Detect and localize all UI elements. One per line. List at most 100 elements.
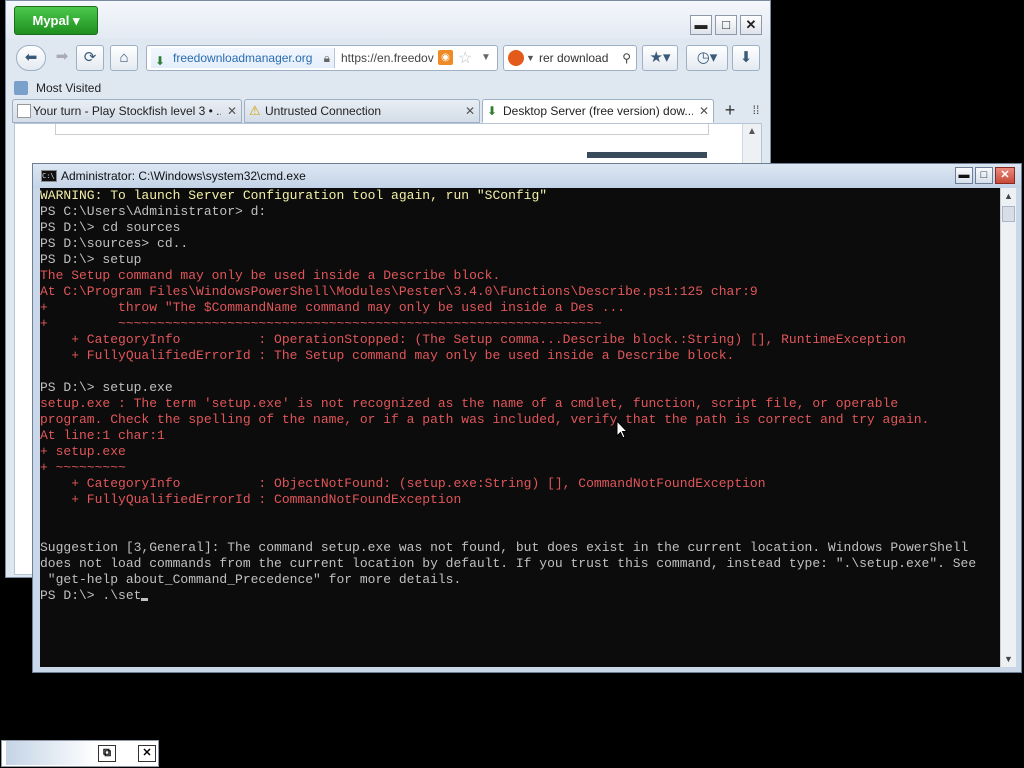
mouse-pointer-icon (616, 420, 628, 439)
bookmarks-icon: ★▾ (649, 49, 671, 66)
text-cursor (141, 598, 149, 601)
console-line: + throw "The $CommandName command may on… (40, 300, 626, 315)
download-site-icon: ⬇ (155, 54, 166, 68)
console-line: PS D:\sources> cd.. (40, 236, 189, 251)
cmd-titlebar[interactable]: C:\ Administrator: C:\Windows\system32\c… (33, 164, 1021, 188)
cmd-window-title: Administrator: C:\Windows\system32\cmd.e… (61, 169, 306, 183)
url-bar[interactable]: ⬇ freedownloadmanager.org 🔒︎ https://en.… (146, 45, 498, 71)
forward-button[interactable]: ➡ (48, 45, 76, 71)
console-line: PS D:\> setup.exe (40, 380, 173, 395)
bookmark-star-icon[interactable]: ☆ (458, 47, 472, 71)
console-line: program. Check the spelling of the name,… (40, 412, 930, 427)
console-line: does not load commands from the current … (40, 556, 977, 571)
reload-button[interactable]: ⟳ (76, 45, 104, 71)
scroll-up-icon[interactable]: ▲ (1001, 188, 1016, 204)
bookmarks-toolbar: Most Visited (6, 77, 770, 99)
minimized-window[interactable]: ⧉ ✕ (1, 740, 159, 767)
console-line: + ~~~~~~~~~~~~~~~~~~~~~~~~~~~~~~~~~~~~~~… (40, 316, 602, 331)
console-prompt[interactable]: PS D:\> .\set (40, 588, 1000, 604)
console-line: The Setup command may only be used insid… (40, 268, 501, 283)
console-line: Suggestion [3,General]: The command setu… (40, 540, 969, 555)
close-button[interactable]: ✕ (740, 15, 762, 35)
back-arrow-icon: ⬅ (24, 49, 38, 66)
console-line: PS D:\> setup (40, 252, 142, 267)
minimized-window-title (6, 741, 96, 765)
console-line: PS D:\> cd sources (40, 220, 181, 235)
history-button[interactable]: ◷▾ (686, 45, 728, 71)
url-text[interactable]: https://en.freedov (341, 46, 437, 70)
console-scrollbar[interactable]: ▲ ▼ (1000, 188, 1016, 667)
console-line: At line:1 char:1 (40, 428, 165, 443)
console-line: + FullyQualifiedErrorId : The Setup comm… (40, 348, 735, 363)
back-button[interactable]: ⬅ (16, 45, 46, 71)
search-bar[interactable]: ▼ rer download ⚲ (503, 45, 637, 71)
console-line: + ~~~~~~~~~ (40, 460, 126, 475)
lock-icon: 🔒︎ (323, 51, 330, 65)
scroll-thumb[interactable] (1002, 206, 1015, 222)
browser-titlebar: Mypal ▾ ▬ □ ✕ (6, 1, 770, 39)
reload-icon: ⟳ (83, 49, 97, 66)
url-dropdown-icon[interactable]: ▼ (481, 46, 491, 70)
most-visited-link[interactable]: Most Visited (36, 77, 101, 99)
console-line: + CategoryInfo : OperationStopped: (The … (40, 332, 906, 347)
tab-label: Untrusted Connection (265, 104, 382, 118)
forward-arrow-icon: ➡ (55, 48, 69, 65)
console-line: "get-help about_Command_Precedence" for … (40, 572, 462, 587)
navigation-toolbar: ⬅ ➡ ⟳ ⌂ ⬇ freedownloadmanager.org 🔒︎ htt… (6, 41, 770, 75)
close-button[interactable]: ✕ (138, 745, 156, 762)
console-line: setup.exe : The term 'setup.exe' is not … (40, 396, 899, 411)
search-icon[interactable]: ⚲ (622, 46, 631, 70)
page-dark-banner (587, 152, 707, 158)
cmd-window: C:\ Administrator: C:\Windows\system32\c… (32, 163, 1022, 673)
page-input-box (55, 124, 709, 135)
console-line: PS C:\Users\Administrator> d: (40, 204, 267, 219)
bookmarks-menu-button[interactable]: ★▾ (642, 45, 678, 71)
downloads-button[interactable]: ⬇ (732, 45, 760, 71)
tab-close-icon[interactable]: ✕ (227, 100, 237, 122)
search-input[interactable]: rer download (539, 46, 619, 70)
rss-icon[interactable]: ◉ (438, 50, 453, 65)
page-icon (17, 104, 31, 118)
tab-label: Desktop Server (free version) dow... (503, 104, 693, 118)
tab-close-icon[interactable]: ✕ (699, 100, 709, 122)
home-button[interactable]: ⌂ (110, 45, 138, 71)
console-output[interactable]: WARNING: To launch Server Configuration … (40, 188, 1000, 667)
cmd-maximize-button[interactable]: □ (975, 167, 993, 184)
engine-dropdown-icon[interactable]: ▼ (526, 46, 535, 70)
site-label: freedownloadmanager.org (173, 51, 313, 65)
tab-strip: Your turn - Play Stockfish level 3 • ...… (6, 99, 770, 123)
console-line: WARNING: To launch Server Configuration … (40, 188, 548, 203)
warning-icon: ⚠ (249, 103, 261, 118)
scroll-down-icon[interactable]: ▼ (1001, 651, 1016, 667)
cmd-close-button[interactable]: ✕ (995, 167, 1015, 184)
tab-desktop-server[interactable]: ⬇ Desktop Server (free version) dow... ✕ (482, 99, 714, 123)
app-menu-label: Mypal (32, 13, 70, 28)
tab-list-icon[interactable]: ⁞⁞ (744, 99, 768, 123)
download-icon: ⬇ (739, 49, 753, 66)
restore-button[interactable]: ⧉ (98, 745, 116, 762)
tab-close-icon[interactable]: ✕ (465, 100, 475, 122)
maximize-button[interactable]: □ (715, 15, 737, 35)
minimize-button[interactable]: ▬ (690, 15, 712, 35)
tab-stockfish[interactable]: Your turn - Play Stockfish level 3 • ...… (12, 99, 242, 123)
tab-label: Your turn - Play Stockfish level 3 • ... (33, 104, 221, 118)
console-line: + setup.exe (40, 444, 126, 459)
scroll-up-icon[interactable]: ▲ (747, 126, 757, 137)
tab-untrusted-connection[interactable]: ⚠ Untrusted Connection ✕ (244, 99, 480, 123)
home-icon: ⌂ (119, 49, 129, 66)
new-tab-button[interactable]: + (718, 99, 742, 123)
cmd-app-icon: C:\ (41, 170, 57, 182)
console-line: + FullyQualifiedErrorId : CommandNotFoun… (40, 492, 462, 507)
download-site-icon: ⬇ (487, 104, 498, 118)
console-line: At C:\Program Files\WindowsPowerShell\Mo… (40, 284, 758, 299)
search-engine-icon[interactable] (508, 50, 524, 66)
cmd-minimize-button[interactable]: ▬ (955, 167, 973, 184)
app-menu-button[interactable]: Mypal ▾ (14, 6, 98, 35)
history-icon: ◷▾ (696, 49, 718, 66)
console-line: + CategoryInfo : ObjectNotFound: (setup.… (40, 476, 766, 491)
prompt-text: PS D:\> .\set (40, 588, 142, 603)
site-identity[interactable]: ⬇ freedownloadmanager.org 🔒︎ (151, 48, 335, 68)
